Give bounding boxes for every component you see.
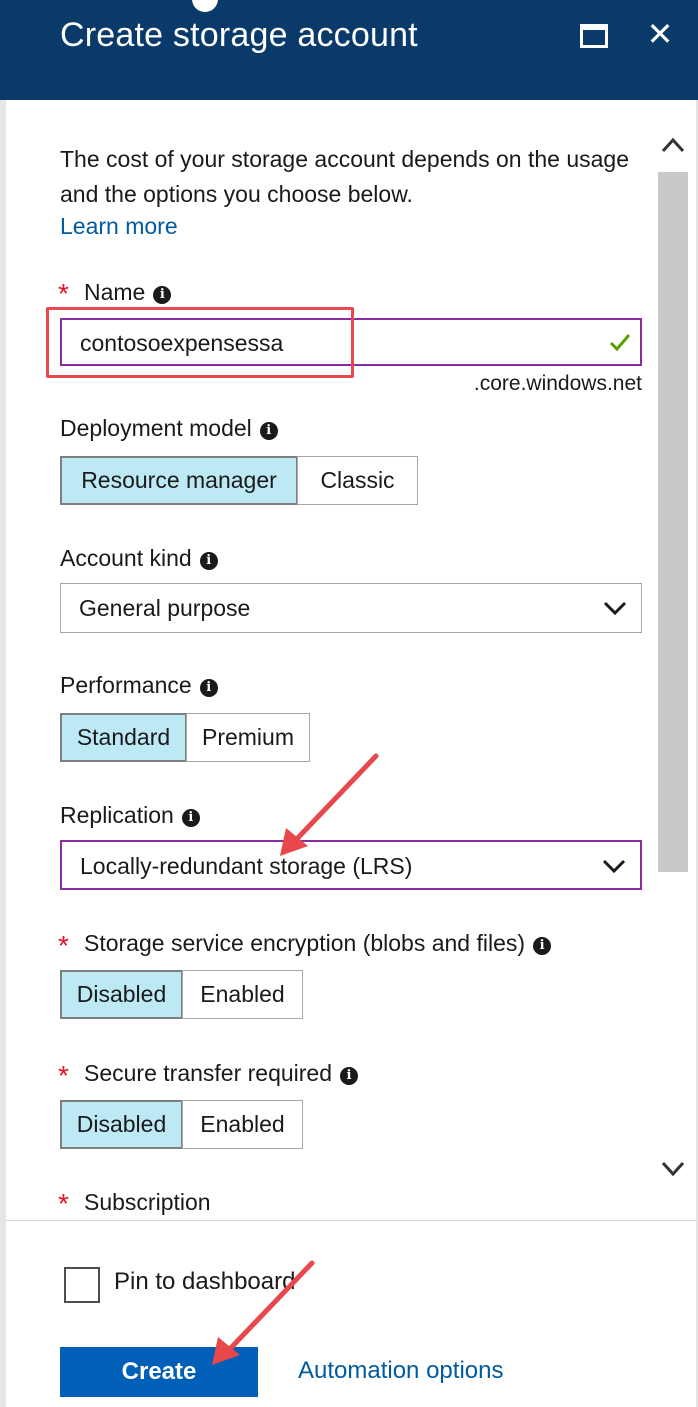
name-label-text: Name — [84, 279, 146, 305]
annotation-highlight-box — [46, 307, 354, 378]
create-button[interactable]: Create — [60, 1347, 258, 1397]
left-edge — [0, 100, 6, 1407]
encryption-option-enabled[interactable]: Enabled — [182, 970, 303, 1019]
encryption-label: Storage service encryption (blobs and fi… — [84, 928, 552, 958]
secure-transfer-label-text: Secure transfer required — [84, 1060, 333, 1086]
required-star: * — [58, 1188, 69, 1219]
deployment-model-label-text: Deployment model — [60, 415, 252, 441]
option-premium[interactable]: Premium — [186, 713, 310, 762]
footer-divider — [6, 1220, 696, 1221]
required-star: * — [58, 278, 69, 309]
automation-options-link[interactable]: Automation options — [298, 1357, 503, 1385]
performance-label: Performance i — [60, 670, 218, 700]
option-resource-manager[interactable]: Resource manager — [60, 456, 298, 505]
info-icon[interactable]: i — [153, 286, 172, 304]
secure-transfer-option-enabled[interactable]: Enabled — [182, 1100, 303, 1149]
scrollbar-thumb[interactable] — [658, 172, 688, 872]
replication-select[interactable]: Locally-redundant storage (LRS) — [60, 840, 642, 890]
blade-header: Create storage account ✕ — [0, 0, 698, 100]
account-kind-value[interactable]: General purpose — [79, 595, 250, 622]
checkmark-icon — [609, 334, 631, 352]
option-standard[interactable]: Standard — [60, 713, 187, 762]
deployment-model-label: Deployment model i — [60, 413, 278, 443]
pin-to-dashboard-checkbox[interactable] — [64, 1267, 100, 1303]
info-icon[interactable]: i — [533, 937, 552, 955]
required-star: * — [58, 1060, 69, 1091]
maximize-icon[interactable] — [580, 24, 608, 48]
info-icon[interactable]: i — [181, 809, 200, 827]
replication-label-text: Replication — [60, 802, 174, 828]
domain-suffix: .core.windows.net — [473, 372, 642, 395]
account-kind-label: Account kind i — [60, 543, 218, 573]
secure-transfer-option-disabled[interactable]: Disabled — [60, 1100, 183, 1149]
info-icon[interactable]: i — [340, 1067, 359, 1085]
account-kind-label-text: Account kind — [60, 545, 192, 571]
header-notch — [192, 0, 218, 12]
intro-text: The cost of your storage account depends… — [60, 146, 629, 207]
info-icon[interactable]: i — [259, 422, 278, 440]
chevron-down-icon[interactable] — [603, 598, 627, 618]
pin-to-dashboard-label[interactable]: Pin to dashboard — [114, 1268, 295, 1296]
learn-more-link[interactable]: Learn more — [60, 210, 178, 242]
chevron-down-icon[interactable] — [602, 856, 626, 876]
encryption-label-text: Storage service encryption (blobs and fi… — [84, 930, 526, 956]
blade-title: Create storage account — [60, 16, 418, 54]
replication-value[interactable]: Locally-redundant storage (LRS) — [80, 853, 412, 880]
subscription-label: Subscription — [84, 1189, 211, 1215]
account-kind-select[interactable]: General purpose — [60, 583, 642, 633]
performance-label-text: Performance — [60, 672, 192, 698]
required-star: * — [58, 930, 69, 961]
info-icon[interactable]: i — [199, 552, 218, 570]
name-label: Name i — [84, 277, 172, 307]
chevron-up-icon[interactable] — [660, 132, 686, 158]
replication-label: Replication i — [60, 800, 200, 830]
secure-transfer-label: Secure transfer required i — [84, 1058, 359, 1088]
option-classic[interactable]: Classic — [297, 456, 418, 505]
encryption-option-disabled[interactable]: Disabled — [60, 970, 183, 1019]
close-icon[interactable]: ✕ — [644, 14, 676, 54]
info-icon[interactable]: i — [199, 679, 218, 697]
chevron-down-icon[interactable] — [660, 1156, 686, 1182]
